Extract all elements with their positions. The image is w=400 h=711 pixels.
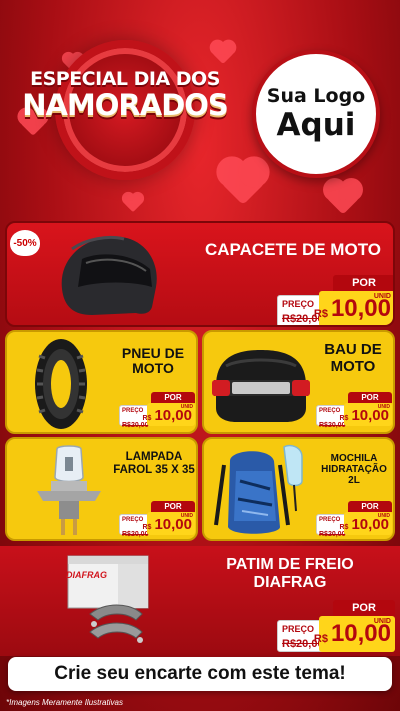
preco-label: PREÇO [319,408,341,414]
header: ESPECIAL DIA DOS NAMORADOS Sua Logo Aqui [0,0,400,215]
product-name: MOCHILA HIDRATAÇÃO 2L [321,453,387,486]
unit-label: UNID [373,293,391,300]
backpack-icon [214,444,303,534]
logo-line-2: Aqui [276,107,356,143]
flyer-page: ESPECIAL DIA DOS NAMORADOS Sua Logo Aqui… [0,0,400,711]
price-tag: POR PREÇO R$20,00 R$ 10,00 UNID [316,501,392,538]
por-label: POR [348,392,392,403]
heart-decoration [123,193,143,213]
product-card-bulb[interactable]: LAMPADA FAROL 35 X 35 POR PREÇO R$20,00 … [5,437,198,541]
old-price: R$20,00 [122,422,149,429]
logo-placeholder[interactable]: Sua Logo Aqui [252,50,380,178]
currency: R$ [313,633,328,645]
product-card-brake-pads[interactable]: DIAFRAG PATIM DE FREIO DIAFRAG POR PREÇO… [0,546,400,656]
title: ESPECIAL DIA DOS NAMORADOS [5,68,245,122]
por-label: POR [348,501,392,512]
preco-label: PREÇO [319,517,341,523]
new-price: R$ 10,00 UNID [143,512,195,535]
currency: R$ [339,524,349,531]
title-line-1: ESPECIAL DIA DOS [30,68,220,90]
product-name: PATIM DE FREIO DIAFRAG [226,556,354,591]
currency: R$ [313,308,328,320]
unit-label: UNID [180,513,193,519]
headlight-bulb-icon [37,445,101,535]
product-card-backpack[interactable]: MOCHILA HIDRATAÇÃO 2L POR PREÇO R$20,00 … [202,437,395,541]
price-tag: POR PREÇO R$20,00 R$ 10,00 UNID [316,392,392,429]
product-name: BAU DE MOTO [324,341,382,375]
por-label: POR [151,501,195,512]
price-tag: POR PREÇO R$20,00 R$ 10,00 UNID [277,275,393,325]
product-card-helmet[interactable]: CAPACETE DE MOTO POR PREÇO R$20,00 R$ 10… [5,221,395,327]
product-card-top-case[interactable]: BAU DE MOTO POR PREÇO R$20,00 R$ 10,00 U… [202,330,395,434]
heart-decoration [326,181,360,215]
logo-line-1: Sua Logo [266,85,366,107]
unit-label: UNID [180,404,193,410]
product-name: LAMPADA FAROL 35 X 35 [113,451,195,476]
currency: R$ [142,524,152,531]
unit-label: UNID [377,404,390,410]
old-price: R$20,00 [122,531,149,538]
new-price: R$ 10,00 UNID [314,616,395,652]
price-tag: POR PREÇO R$20,00 R$ 10,00 UNID [119,501,195,538]
currency: R$ [339,415,349,422]
old-price: R$20,00 [319,531,346,538]
product-card-tire[interactable]: PNEU DE MOTO POR PREÇO R$20,00 R$ 10,00 … [5,330,198,434]
heart-decoration [211,41,235,65]
helmet-icon [61,235,157,315]
new-price: R$ 10,00 UNID [340,512,392,535]
unit-label: UNID [373,618,391,625]
tire-icon [35,339,87,429]
old-price: R$20,00 [319,422,346,429]
currency: R$ [142,415,152,422]
price-tag: POR PREÇO R$20,00 R$ 10,00 UNID [119,392,195,429]
brake-pad-icon [67,555,149,643]
disclaimer: *Imagens Meramente Ilustrativas [6,698,123,707]
preco-label: PREÇO [122,408,144,414]
new-price: R$ 10,00 UNID [340,403,392,426]
brand-label: DIAFRAG [66,570,107,580]
discount-badge: -50% [10,230,40,256]
por-label: POR [333,600,395,616]
new-price: R$ 10,00 UNID [314,291,393,325]
por-label: POR [333,275,393,291]
top-case-icon [212,350,310,422]
title-line-2: NAMORADOS [22,88,229,122]
product-name: CAPACETE DE MOTO [205,240,381,259]
unit-label: UNID [377,513,390,519]
product-name: PNEU DE MOTO [121,345,185,377]
new-price: R$ 10,00 UNID [143,403,195,426]
heart-decoration [220,160,266,206]
price-tag: POR PREÇO R$20,00 R$ 10,00 UNID [277,600,395,652]
por-label: POR [151,392,195,403]
cta-button[interactable]: Crie seu encarte com este tema! [8,657,392,691]
preco-label: PREÇO [122,517,144,523]
